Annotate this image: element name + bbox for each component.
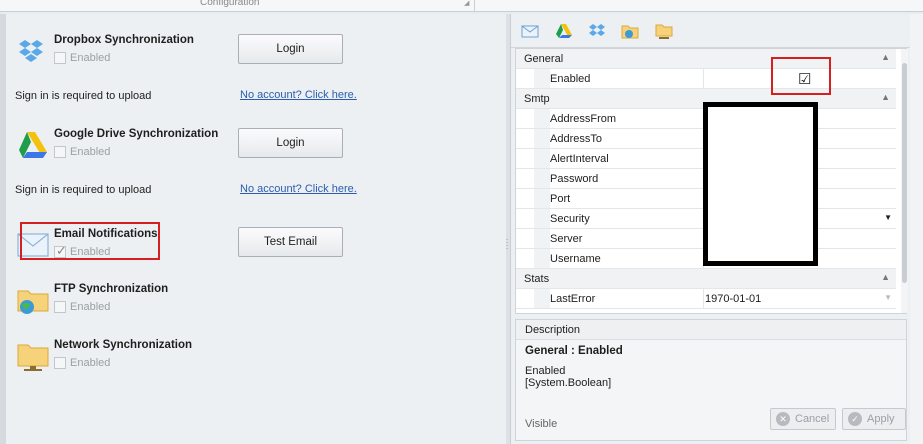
- header-bar: Configuration ◢: [0, 0, 923, 12]
- visible-label: Visible: [525, 418, 558, 430]
- service-title: Google Drive Synchronization: [54, 128, 219, 140]
- dropdown-arrow-icon[interactable]: ▼: [884, 213, 892, 222]
- dropbox-signin-note: Sign in is required to upload: [15, 90, 152, 102]
- apply-button[interactable]: ✓ Apply: [842, 408, 906, 430]
- header-separator: [474, 0, 475, 12]
- category-general[interactable]: General ▲: [516, 49, 896, 69]
- email-icon[interactable]: [521, 22, 539, 40]
- collapse-icon[interactable]: ▲: [881, 52, 890, 62]
- redaction-box: [703, 102, 818, 266]
- highlight-enabled-checkbox: [771, 57, 831, 95]
- gdrive-login-button[interactable]: Login: [238, 128, 343, 158]
- enabled-label: Enabled: [70, 146, 111, 158]
- highlight-email-notifications: [20, 222, 160, 260]
- dropbox-signup-link[interactable]: No account? Click here.: [240, 89, 357, 101]
- test-email-button[interactable]: Test Email: [238, 227, 343, 257]
- enabled-checkbox[interactable]: [54, 52, 66, 64]
- splitter-grip-icon: ....: [506, 233, 509, 251]
- enabled-label: Enabled: [70, 52, 111, 64]
- description-property: General : Enabled: [525, 345, 623, 357]
- google-drive-icon[interactable]: [555, 22, 573, 40]
- service-title: FTP Synchronization: [54, 283, 169, 295]
- enabled-checkbox[interactable]: [54, 357, 66, 369]
- dropbox-icon: [19, 40, 43, 62]
- network-icon[interactable]: [655, 22, 673, 40]
- enabled-checkbox[interactable]: [54, 301, 66, 313]
- description-header: Description: [516, 320, 906, 340]
- dropbox-icon[interactable]: [588, 22, 606, 40]
- network-folder-icon: [17, 344, 49, 371]
- service-title: Network Synchronization: [54, 339, 193, 351]
- vertical-scrollbar[interactable]: [901, 49, 908, 313]
- apply-icon: ✓: [848, 412, 862, 426]
- property-row-lasterror[interactable]: LastError 1970-01-01 ▼: [516, 289, 896, 309]
- collapse-icon[interactable]: ▲: [881, 272, 890, 282]
- services-panel: Dropbox Synchronization Enabled Login Si…: [6, 14, 506, 444]
- enabled-checkbox[interactable]: [54, 146, 66, 158]
- category-stats[interactable]: Stats ▲: [516, 269, 896, 289]
- dropbox-login-button[interactable]: Login: [238, 34, 343, 64]
- gdrive-signin-note: Sign in is required to upload: [15, 184, 152, 196]
- collapse-icon[interactable]: ▲: [881, 92, 890, 102]
- ftp-folder-icon: [17, 290, 49, 314]
- property-grid: General ▲ Enabled ☑ Smtp ▲ AddressFrom A…: [515, 48, 908, 314]
- property-row-enabled[interactable]: Enabled ☑: [516, 69, 896, 89]
- enabled-label: Enabled: [70, 357, 111, 369]
- cancel-button[interactable]: ✕ Cancel: [770, 408, 836, 430]
- google-drive-icon: [19, 132, 47, 158]
- enabled-label: Enabled: [70, 301, 111, 313]
- description-text: Enabled: [525, 365, 566, 377]
- gdrive-signup-link[interactable]: No account? Click here.: [240, 183, 357, 195]
- service-toolbar: [511, 14, 911, 48]
- cancel-icon: ✕: [776, 412, 790, 426]
- description-type: [System.Boolean]: [525, 377, 612, 389]
- configuration-label: Configuration: [200, 0, 260, 8]
- properties-panel: General ▲ Enabled ☑ Smtp ▲ AddressFrom A…: [510, 14, 923, 444]
- window-edge: [910, 14, 923, 444]
- service-title: Dropbox Synchronization: [54, 34, 194, 46]
- description-panel: Description General : Enabled Enabled [S…: [515, 319, 907, 441]
- dropdown-arrow-icon[interactable]: ▼: [884, 293, 892, 302]
- ftp-icon[interactable]: [621, 22, 639, 40]
- scrollbar-thumb[interactable]: [902, 63, 907, 283]
- expand-arrow-icon[interactable]: ◢: [464, 0, 469, 7]
